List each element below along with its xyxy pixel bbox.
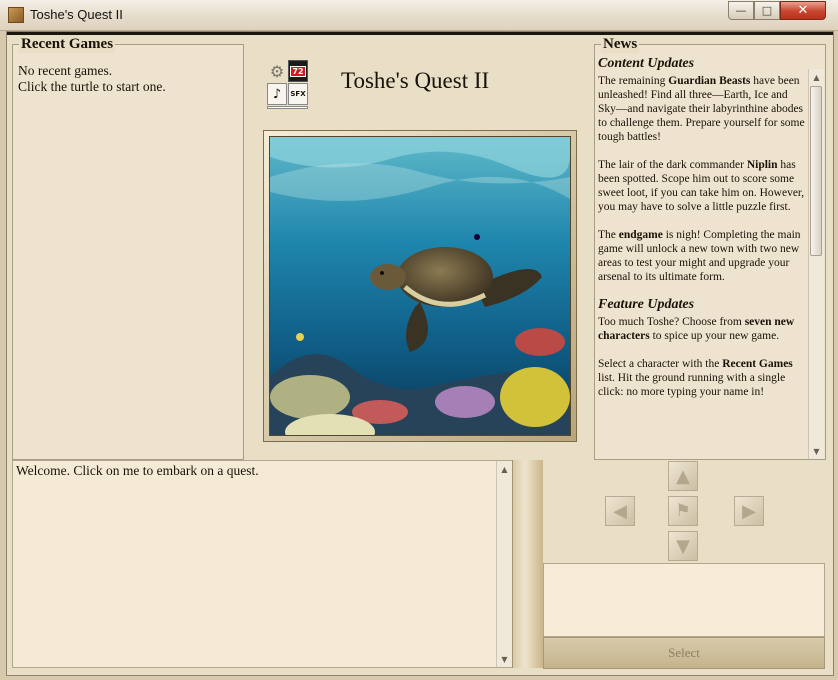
- news-panel[interactable]: News Content Updates The remaining Guard…: [594, 36, 826, 460]
- recent-games-list[interactable]: No recent games. Click the turtle to sta…: [18, 63, 166, 95]
- news-scroll-thumb[interactable]: [810, 86, 822, 256]
- content-updates-heading: Content Updates: [598, 56, 695, 71]
- gear-icon[interactable]: ⚙: [267, 60, 287, 82]
- recent-games-panel[interactable]: Recent Games No recent games. Click the …: [12, 36, 244, 460]
- news-paragraph: The remaining Guardian Beasts have been …: [598, 74, 808, 144]
- news-text: Select a character with the: [598, 358, 723, 370]
- news-emphasis: Guardian Beasts: [668, 75, 751, 87]
- music-icon[interactable]: ♪: [267, 83, 287, 105]
- news-text: list. Hit the ground running with a sing…: [598, 372, 786, 398]
- title-bar[interactable]: Toshe's Quest II — □ ✕: [0, 0, 838, 31]
- news-text: The lair of the dark commander: [598, 159, 747, 171]
- sfx-label: SFX: [290, 90, 306, 98]
- selection-list[interactable]: [543, 563, 825, 637]
- map-center-button[interactable]: ⚑: [668, 496, 698, 526]
- maximize-button[interactable]: □: [754, 1, 780, 20]
- font-size-value: 72: [290, 65, 306, 77]
- scroll-down-icon[interactable]: ▼: [809, 443, 824, 459]
- font-size-icon[interactable]: 72: [288, 60, 308, 82]
- scroll-up-icon[interactable]: ▲: [809, 69, 824, 85]
- game-title: Toshe's Quest II: [341, 68, 490, 93]
- scroll-down-icon[interactable]: ▼: [497, 651, 512, 667]
- recent-games-empty-line: No recent games.: [18, 63, 113, 78]
- close-button[interactable]: ✕: [780, 1, 826, 20]
- window-title: Toshe's Quest II: [30, 7, 123, 22]
- news-content[interactable]: Content Updates The remaining Guardian B…: [598, 55, 808, 459]
- news-emphasis: Niplin: [746, 159, 778, 171]
- news-paragraph: Too much Toshe? Choose from seven new ch…: [598, 315, 808, 343]
- sea-turtle-image[interactable]: [269, 136, 571, 436]
- recent-games-legend: Recent Games: [19, 36, 116, 53]
- news-text: The remaining: [598, 75, 669, 87]
- turtle-image-frame[interactable]: [263, 130, 577, 442]
- news-scrollbar[interactable]: ▲ ▼: [808, 69, 824, 459]
- news-paragraph: The endgame is nigh! Completing the main…: [598, 228, 808, 284]
- news-text: Too much Toshe? Choose from: [598, 316, 745, 328]
- settings-icon-group: ⚙ 72 ♪ SFX: [267, 60, 309, 109]
- move-south-button[interactable]: ▼: [668, 531, 698, 561]
- news-paragraph: Select a character with the Recent Games…: [598, 357, 808, 399]
- app-icon: [8, 7, 24, 23]
- log-message[interactable]: Welcome. Click on me to embark on a ques…: [16, 463, 259, 479]
- move-east-button[interactable]: ▶: [734, 496, 764, 526]
- message-log[interactable]: Welcome. Click on me to embark on a ques…: [12, 460, 512, 668]
- minimize-button[interactable]: —: [728, 1, 754, 20]
- select-button[interactable]: Select: [543, 637, 825, 669]
- scroll-up-icon[interactable]: ▲: [497, 461, 512, 477]
- decorative-ornament: [512, 460, 543, 668]
- news-legend: News: [601, 36, 640, 53]
- client-area: Recent Games No recent games. Click the …: [6, 31, 834, 676]
- log-scrollbar[interactable]: ▲ ▼: [496, 461, 512, 667]
- news-emphasis: endgame: [618, 229, 663, 241]
- news-emphasis: Recent Games: [722, 358, 793, 370]
- volume-slider[interactable]: [267, 106, 308, 109]
- news-paragraph: The lair of the dark commander Niplin ha…: [598, 158, 808, 214]
- news-text: to spice up your new game.: [649, 330, 780, 342]
- feature-updates-heading: Feature Updates: [598, 297, 695, 312]
- move-north-button[interactable]: ▲: [668, 461, 698, 491]
- recent-games-hint-line: Click the turtle to start one.: [18, 79, 166, 94]
- news-text: The: [598, 229, 619, 241]
- move-west-button[interactable]: ◀: [605, 496, 635, 526]
- sfx-icon[interactable]: SFX: [288, 83, 308, 105]
